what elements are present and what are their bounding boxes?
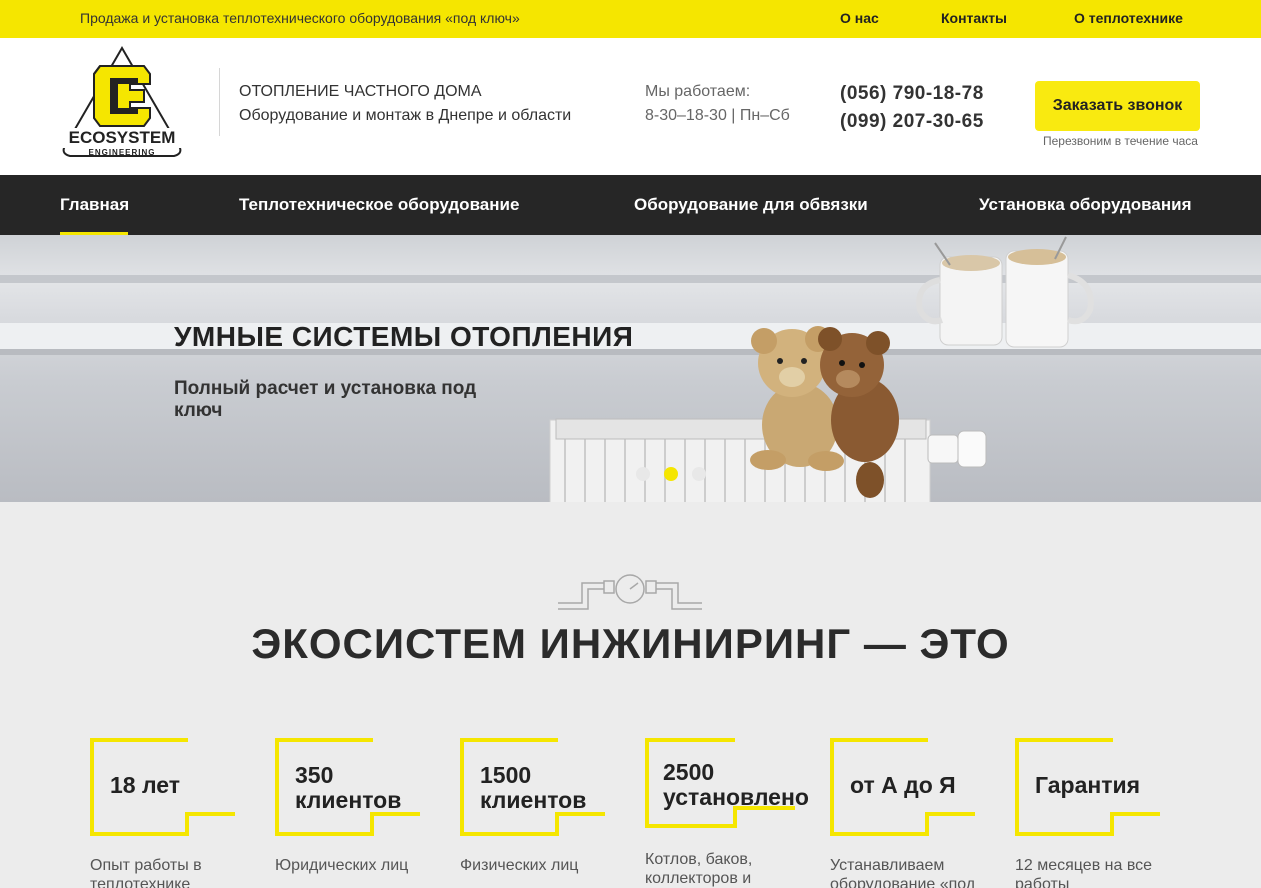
top-link-contacts[interactable]: Контакты (941, 10, 1007, 26)
work-hours-value: 8-30–18-30 | Пн–Сб (645, 107, 790, 124)
top-link-heating-info[interactable]: О теплотехнике (1074, 10, 1183, 26)
slider-dot-2[interactable] (664, 467, 678, 481)
stat-card: Гарантия 12 месяцев на все работы (1015, 738, 1175, 888)
header: ECOSYSTEM ENGINEERING ОТОПЛЕНИЕ ЧАСТНОГО… (0, 38, 1261, 175)
phone-link-1[interactable]: (056) 790-18-78 (840, 83, 984, 105)
stat-value: 18 лет (110, 772, 181, 798)
header-divider (219, 68, 220, 136)
stat-description: Устанавливаем оборудование «под (830, 857, 976, 888)
phone-link-2[interactable]: (099) 207-30-65 (840, 111, 984, 133)
top-tagline: Продажа и установка теплотехнического об… (80, 10, 520, 26)
ecosystem-logo[interactable]: ECOSYSTEM ENGINEERING (58, 44, 186, 162)
stat-description: Физических лиц (460, 857, 579, 874)
pipe-gauge-icon (558, 574, 702, 610)
nav-item-heating-equipment[interactable]: Теплотехническое оборудование (239, 195, 519, 215)
stat-description: 12 месяцев на все работы (1015, 857, 1153, 888)
top-bar: Продажа и установка теплотехнического об… (0, 0, 1261, 38)
hero-title: УМНЫЕ СИСТЕМЫ ОТОПЛЕНИЯ (174, 321, 634, 352)
stat-card: 1500 клиентов Физических лиц (460, 738, 620, 888)
svg-text:ENGINEERING: ENGINEERING (88, 148, 155, 157)
hero-subtitle: Полный расчет и установка под ключ (174, 378, 477, 421)
stat-value: 350 клиентов (295, 762, 402, 813)
nav-item-home[interactable]: Главная (60, 195, 129, 215)
header-title: ОТОПЛЕНИЕ ЧАСТНОГО ДОМА (239, 83, 482, 100)
hero-slider: УМНЫЕ СИСТЕМЫ ОТОПЛЕНИЯ Полный расчет и … (0, 235, 1261, 502)
nav-item-piping-equipment[interactable]: Оборудование для обвязки (634, 195, 868, 215)
hero-background-image (0, 236, 1261, 502)
section-title: ЭКОСИСТЕМ ИНЖИНИРИНГ — ЭТО (251, 620, 1010, 667)
header-subtitle: Оборудование и монтаж в Днепре и области (239, 107, 572, 124)
nav-item-installation[interactable]: Установка оборудования (979, 195, 1191, 215)
stat-value: от А до Я (850, 772, 956, 798)
stat-value: 2500 установлено (663, 759, 809, 810)
stat-card: 2500 установлено Котлов, баков, коллектор… (645, 738, 809, 888)
stat-description: Котлов, баков, коллекторов и (645, 851, 753, 887)
request-callback-button[interactable]: Заказать звонок (1035, 81, 1200, 131)
stat-card: от А до Я Устанавливаем оборудование «по… (830, 738, 990, 888)
stat-card: 350 клиентов Юридических лиц (275, 738, 435, 888)
slider-dot-3[interactable] (692, 467, 706, 481)
slider-dot-1[interactable] (636, 467, 650, 481)
logo-text: ECOSYSTEM (69, 128, 176, 147)
work-hours-label: Мы работаем: (645, 83, 751, 100)
callback-note: Перезвоним в течение часа (1043, 134, 1198, 148)
stat-description: Юридических лиц (275, 857, 409, 874)
stat-card: 18 лет Опыт работы в теплотехнике (90, 738, 250, 888)
stat-value: Гарантия (1035, 772, 1141, 798)
top-link-about[interactable]: О нас (840, 10, 879, 26)
stat-value: 1500 клиентов (480, 762, 587, 813)
main-nav: Главная Теплотехническое оборудование Об… (0, 175, 1261, 235)
stat-description: Опыт работы в теплотехнике (90, 857, 202, 888)
